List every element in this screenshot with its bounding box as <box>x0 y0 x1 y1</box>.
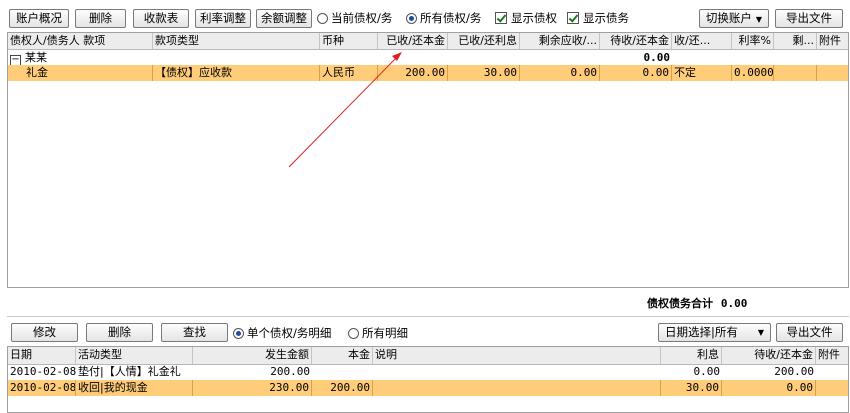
cell-note <box>373 364 661 380</box>
delete-detail-button[interactable]: 删除 <box>86 323 153 342</box>
cell-interest: 30.00 <box>661 380 722 396</box>
cell-amount: 200.00 <box>270 365 310 378</box>
column-header[interactable]: 本金 <box>312 347 373 364</box>
column-header[interactable]: 待收/还本金 <box>722 347 816 364</box>
cell-date: 2010-02-08 <box>10 380 76 396</box>
export-detail-button[interactable]: 导出文件 <box>776 323 843 342</box>
table-header: 日期 活动类型 发生金额 本金 说明 利息 待收/还本金 附件 <box>8 347 848 365</box>
cell-attachment <box>816 380 848 396</box>
cell-date: 2010-02-08 <box>10 365 76 378</box>
table-row[interactable]: 2010-02-08 收回|我的现金 230.00 200.00 30.00 0… <box>8 380 848 396</box>
summary-total: 债权债务合计 0.00 <box>647 297 748 310</box>
cell-activity: 垫付|【人情】礼金礼 <box>78 365 181 378</box>
details-table[interactable]: 日期 活动类型 发生金额 本金 说明 利息 待收/还本金 附件 2010-02-… <box>7 346 849 413</box>
modify-button[interactable]: 修改 <box>11 323 78 342</box>
cell-activity: 收回|我的现金 <box>76 380 193 396</box>
column-header[interactable]: 日期 <box>8 347 76 364</box>
cell-pending: 200.00 <box>774 365 814 378</box>
table-row[interactable]: 2010-02-08 垫付|【人情】礼金礼 200.00 0.00 200.00 <box>8 364 848 380</box>
find-button[interactable]: 查找 <box>161 323 228 342</box>
column-header[interactable]: 利息 <box>661 347 722 364</box>
cell-amount: 230.00 <box>193 380 312 396</box>
column-header[interactable]: 说明 <box>373 347 661 364</box>
cell-principal: 200.00 <box>312 380 373 396</box>
cell-attachment <box>816 364 848 380</box>
radio-icon <box>348 328 359 339</box>
column-header[interactable]: 附件 <box>816 347 848 364</box>
column-header[interactable]: 活动类型 <box>76 347 193 364</box>
divider <box>7 316 849 317</box>
radio-all-details[interactable]: 所有明细 <box>348 325 408 341</box>
cell-interest: 0.00 <box>693 365 721 378</box>
radio-selected-icon <box>233 328 244 339</box>
radio-single-detail[interactable]: 单个债权/务明细 <box>233 325 331 341</box>
column-header[interactable]: 发生金额 <box>193 347 312 364</box>
date-select-dropdown[interactable]: 日期选择|所有 ▼ <box>658 323 771 342</box>
dropdown-arrow-icon: ▼ <box>757 328 764 337</box>
cell-note <box>373 380 661 396</box>
cell-principal <box>312 364 373 380</box>
cell-pending: 0.00 <box>722 380 816 396</box>
